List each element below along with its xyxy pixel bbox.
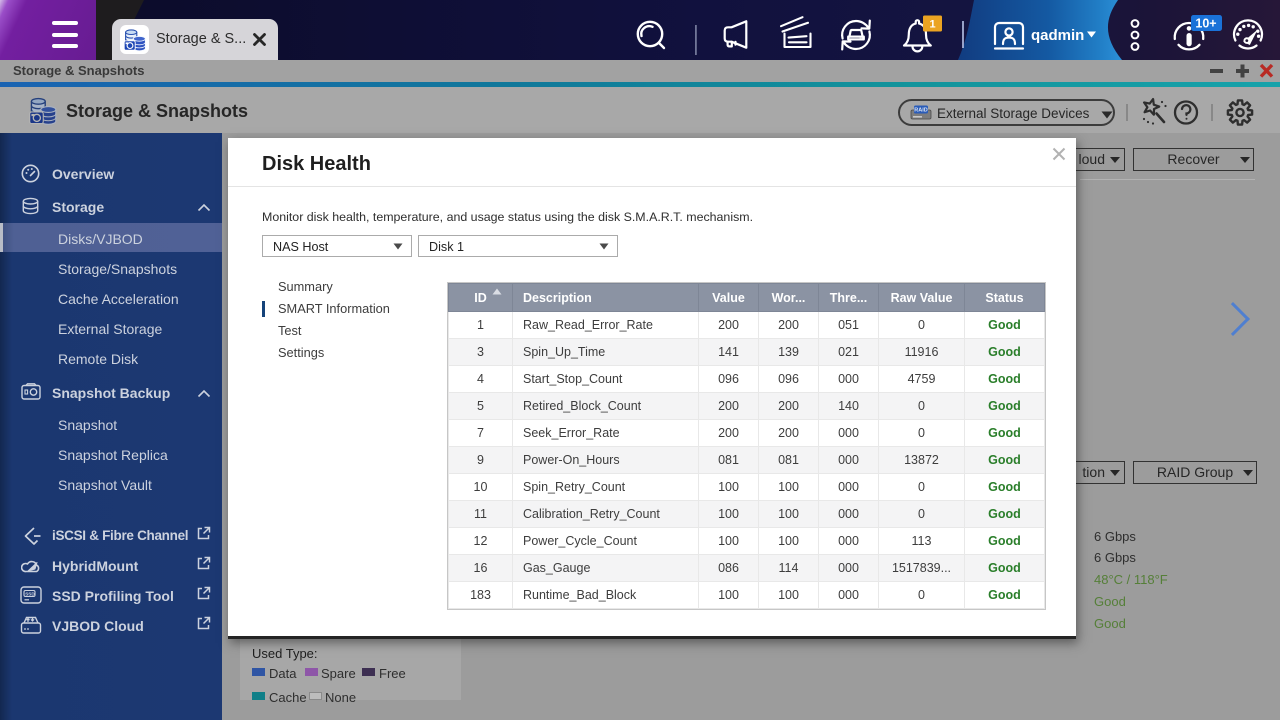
svg-text:10+: 10+: [1195, 17, 1216, 31]
svg-text:qadmin: qadmin: [1031, 27, 1084, 44]
svg-text:SSD: SSD: [25, 592, 35, 597]
svg-text:RAID: RAID: [914, 108, 927, 114]
svg-text:1: 1: [929, 19, 935, 31]
